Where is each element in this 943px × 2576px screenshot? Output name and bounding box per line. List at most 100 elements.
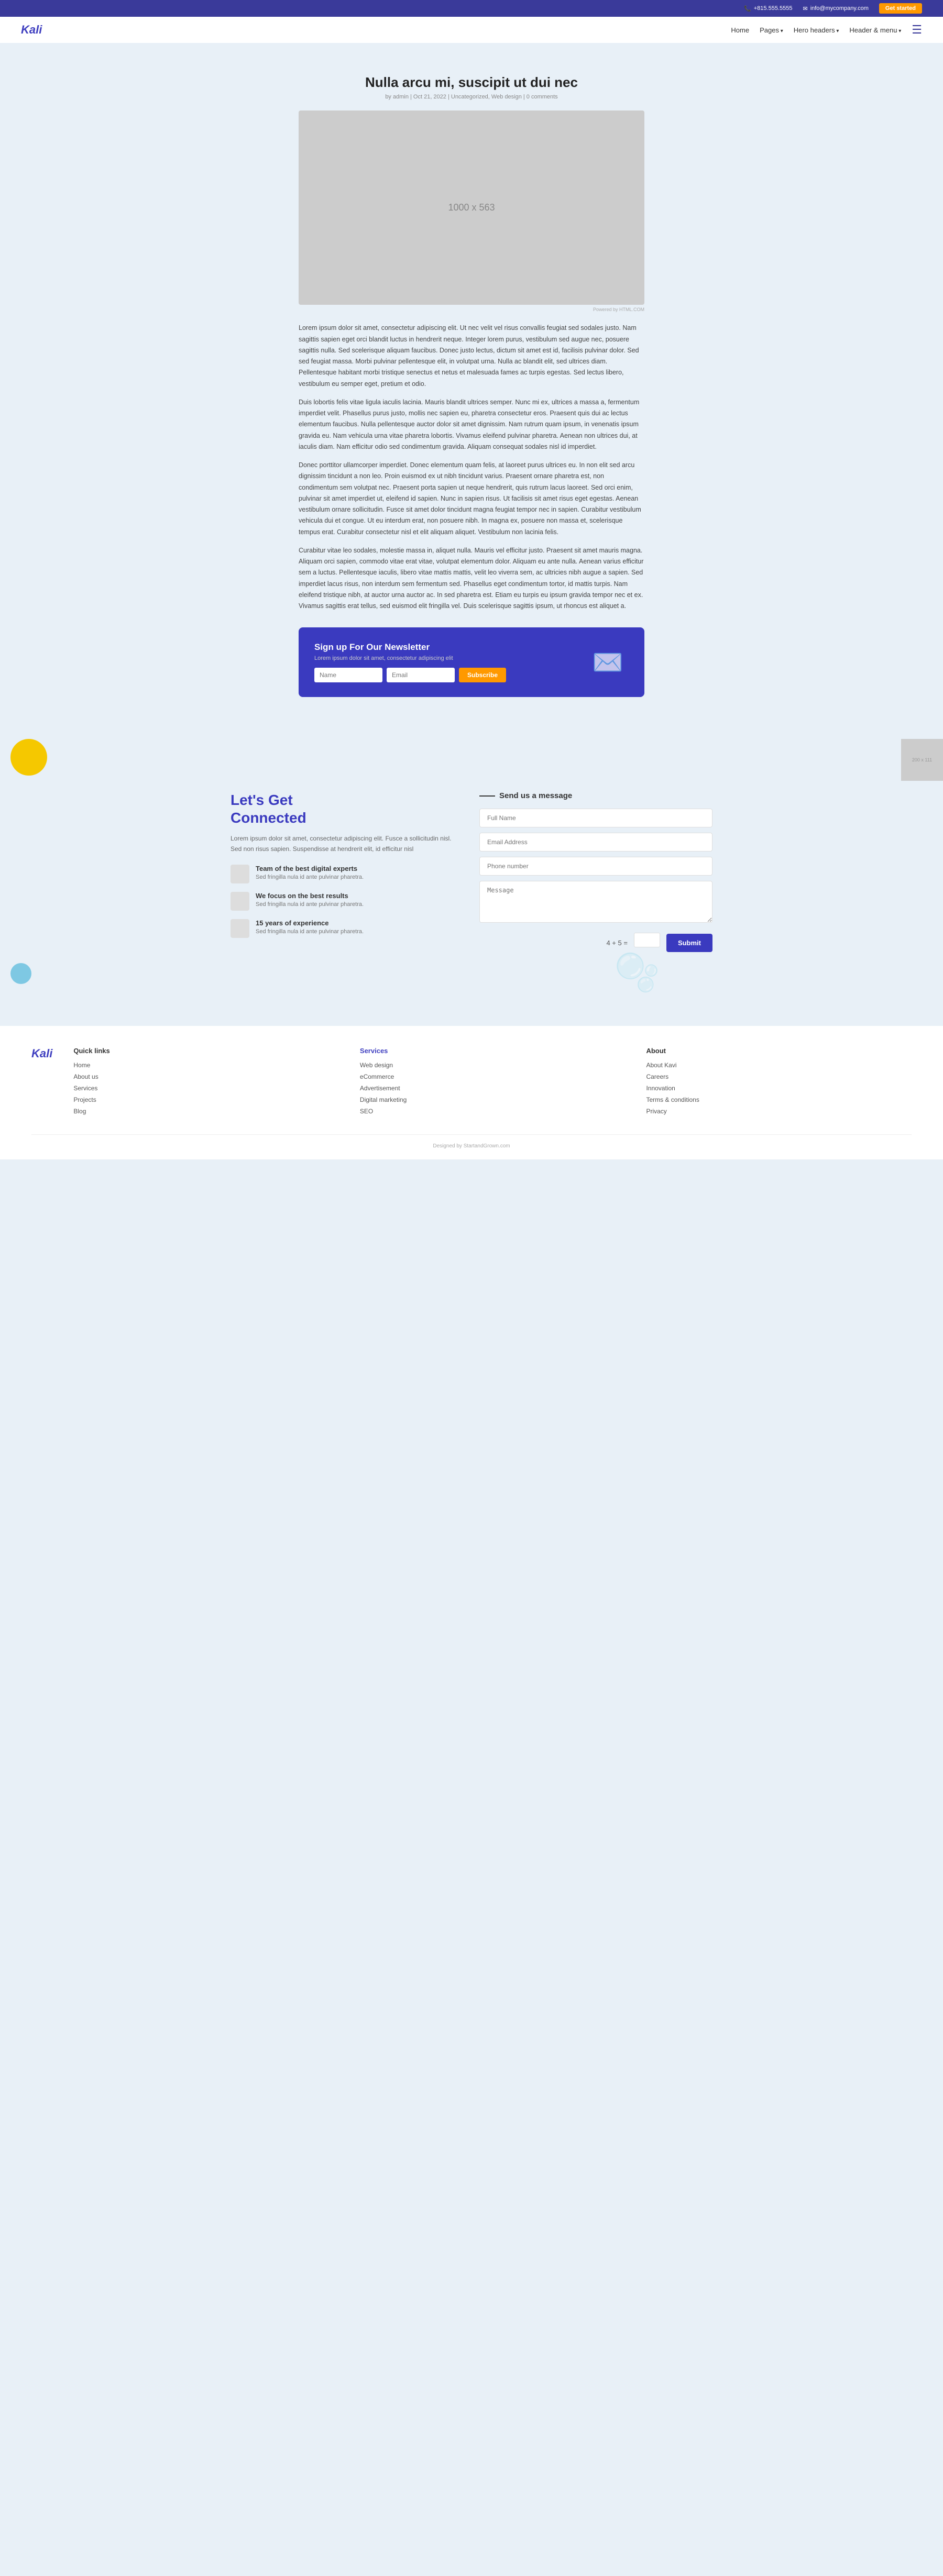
- footer-link[interactable]: SEO: [360, 1108, 373, 1115]
- feature-icon-1: [231, 865, 249, 883]
- footer-credit: Designed by StartandGrown.com: [433, 1143, 510, 1149]
- newsletter-left: Sign up For Our Newsletter Lorem ipsum d…: [314, 642, 587, 682]
- get-started-button[interactable]: Get started: [879, 3, 922, 14]
- footer-link[interactable]: About us: [73, 1073, 98, 1080]
- navbar: Kali Home Pages Hero headers Header & me…: [0, 17, 943, 43]
- captcha-label: 4 + 5 =: [606, 939, 627, 947]
- list-item: eCommerce: [360, 1073, 626, 1080]
- newsletter-name-input[interactable]: [314, 668, 382, 682]
- footer-link[interactable]: Web design: [360, 1062, 393, 1069]
- phone-icon: 📞: [744, 5, 751, 12]
- footer-about-list: About Kavi Careers Innovation Terms & co…: [646, 1061, 912, 1115]
- footer-link[interactable]: About Kavi: [646, 1062, 676, 1069]
- list-item: SEO: [360, 1107, 626, 1115]
- footer-about-heading: About: [646, 1047, 912, 1055]
- list-item: Privacy: [646, 1107, 912, 1115]
- nav-pages[interactable]: Pages: [760, 26, 783, 34]
- footer-link[interactable]: Services: [73, 1085, 97, 1092]
- message-input[interactable]: [479, 881, 712, 923]
- footer: Kali Quick links Home About us Services …: [0, 1026, 943, 1159]
- spacer: [0, 994, 943, 1026]
- list-item: Careers: [646, 1073, 912, 1080]
- footer-link[interactable]: Terms & conditions: [646, 1096, 699, 1103]
- submit-button[interactable]: Submit: [666, 934, 712, 952]
- newsletter-subscribe-button[interactable]: Subscribe: [459, 668, 506, 682]
- list-item: Web design: [360, 1061, 626, 1069]
- footer-link[interactable]: Projects: [73, 1096, 96, 1103]
- feature-desc-2: Sed fringilla nula id ante pulvinar phar…: [256, 901, 364, 908]
- captcha-input[interactable]: [634, 933, 660, 947]
- form-footer: 4 + 5 = Submit: [479, 933, 712, 953]
- form-title: Send us a message: [479, 791, 712, 800]
- hamburger-icon[interactable]: ☰: [912, 23, 922, 37]
- email-address: info@mycompany.com: [810, 5, 869, 12]
- footer-link[interactable]: Blog: [73, 1108, 86, 1115]
- footer-link[interactable]: Digital marketing: [360, 1096, 407, 1103]
- grey-placeholder-small: 200 x 111: [901, 739, 943, 781]
- footer-bottom: Designed by StartandGrown.com: [31, 1134, 912, 1149]
- site-logo[interactable]: Kali: [21, 23, 42, 37]
- email-address-input[interactable]: [479, 833, 712, 852]
- feature-text-3: 15 years of experience Sed fringilla nul…: [256, 919, 364, 935]
- footer-col-about: About About Kavi Careers Innovation Term…: [646, 1047, 912, 1119]
- footer-link[interactable]: Privacy: [646, 1108, 666, 1115]
- footer-col-services: Services Web design eCommerce Advertisem…: [360, 1047, 626, 1119]
- email-icon: ✉: [803, 5, 807, 12]
- newsletter-email-input[interactable]: [387, 668, 455, 682]
- phone-number-input[interactable]: [479, 857, 712, 876]
- list-item: About us: [73, 1073, 339, 1080]
- list-item: Innovation: [646, 1084, 912, 1092]
- footer-link[interactable]: Home: [73, 1062, 90, 1069]
- right-column: Send us a message 4 + 5 = Submit: [479, 791, 712, 953]
- post-meta: by admin | Oct 21, 2022 | Uncategorized,…: [299, 94, 644, 100]
- newsletter-title: Sign up For Our Newsletter: [314, 642, 587, 653]
- footer-link[interactable]: Careers: [646, 1073, 668, 1080]
- nav-header-menu[interactable]: Header & menu: [849, 26, 901, 34]
- email-item: ✉ info@mycompany.com: [803, 5, 868, 12]
- contact-form: 4 + 5 = Submit: [479, 809, 712, 953]
- list-item: Blog: [73, 1107, 339, 1115]
- envelope-icon: ✉️: [592, 647, 623, 677]
- feature-desc-3: Sed fringilla nula id ante pulvinar phar…: [256, 928, 364, 935]
- post-image: 1000 x 563: [299, 110, 644, 305]
- yellow-circle-decoration: [10, 739, 47, 776]
- full-name-input[interactable]: [479, 809, 712, 827]
- feature-title-2: We focus on the best results: [256, 892, 364, 900]
- paragraph-2: Duis lobortis felis vitae ligula iaculis…: [299, 397, 644, 452]
- newsletter-form: Subscribe: [314, 668, 587, 682]
- feature-item-2: We focus on the best results Sed fringil…: [231, 892, 464, 911]
- footer-link[interactable]: Innovation: [646, 1085, 675, 1092]
- left-column: Let's Get Connected Lorem ipsum dolor si…: [231, 791, 464, 953]
- paragraph-1: Lorem ipsum dolor sit amet, consectetur …: [299, 323, 644, 390]
- two-col-section: Let's Get Connected Lorem ipsum dolor si…: [210, 770, 733, 974]
- footer-quicklinks-list: Home About us Services Projects Blog: [73, 1061, 339, 1115]
- footer-link[interactable]: Advertisement: [360, 1085, 400, 1092]
- list-item: Services: [73, 1084, 339, 1092]
- footer-col-quicklinks: Quick links Home About us Services Proje…: [73, 1047, 339, 1119]
- footer-quicklinks-heading: Quick links: [73, 1047, 339, 1055]
- feature-icon-2: [231, 892, 249, 911]
- footer-services-list: Web design eCommerce Advertisement Digit…: [360, 1061, 626, 1115]
- connected-heading: Let's Get Connected: [231, 791, 464, 826]
- feature-icon-3: [231, 919, 249, 938]
- list-item: Digital marketing: [360, 1096, 626, 1103]
- nav-hero-headers[interactable]: Hero headers: [794, 26, 839, 34]
- nav-home[interactable]: Home: [731, 26, 749, 34]
- list-item: About Kavi: [646, 1061, 912, 1069]
- newsletter-banner: Sign up For Our Newsletter Lorem ipsum d…: [299, 627, 644, 697]
- nav-links: Home Pages Hero headers Header & menu ☰: [731, 23, 922, 37]
- blue-circle-decoration: [10, 963, 31, 984]
- top-bar: 📞 +815.555.5555 ✉ info@mycompany.com Get…: [0, 0, 943, 17]
- form-title-line: [479, 795, 495, 797]
- feature-title-3: 15 years of experience: [256, 919, 364, 927]
- footer-link[interactable]: eCommerce: [360, 1073, 394, 1080]
- image-dimension-label: 1000 x 563: [448, 202, 495, 213]
- list-item: Advertisement: [360, 1084, 626, 1092]
- feature-item-1: Team of the best digital experts Sed fri…: [231, 865, 464, 883]
- footer-logo: Kali: [31, 1047, 52, 1060]
- image-credit: Powered by HTML.COM: [299, 307, 644, 312]
- list-item: Home: [73, 1061, 339, 1069]
- feature-item-3: 15 years of experience Sed fringilla nul…: [231, 919, 464, 938]
- newsletter-desc: Lorem ipsum dolor sit amet, consectetur …: [314, 655, 587, 661]
- newsletter-illustration: ✉️: [587, 647, 629, 677]
